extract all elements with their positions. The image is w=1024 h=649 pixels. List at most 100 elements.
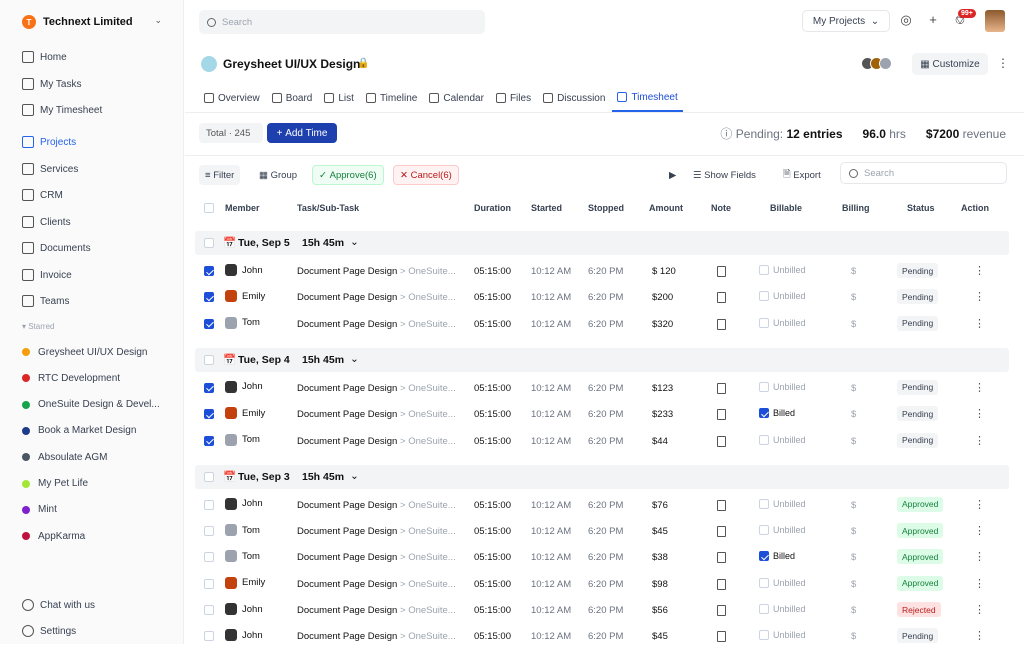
- group-checkbox[interactable]: [204, 238, 214, 248]
- status-badge[interactable]: Pending: [897, 315, 939, 331]
- select-all-checkbox[interactable]: [204, 203, 214, 213]
- status-badge[interactable]: Pending: [897, 379, 939, 395]
- date-group-header[interactable]: 📅 Tue, Sep 3 15h 45m ⌄: [195, 464, 1009, 489]
- row-billable[interactable]: Unbilled: [759, 317, 806, 328]
- sidebar-item-projects[interactable]: Projects: [22, 133, 172, 151]
- play-circle-icon[interactable]: ◎: [899, 13, 913, 27]
- table-search-input[interactable]: Search: [840, 162, 1007, 184]
- sidebar-item-documents[interactable]: Documents: [22, 239, 172, 257]
- row-billable[interactable]: Billed: [759, 551, 795, 562]
- sidebar-item-crm[interactable]: CRM: [22, 186, 172, 204]
- column-started[interactable]: Started: [531, 203, 562, 213]
- export-button[interactable]: 🗎 Export: [777, 165, 827, 185]
- sidebar-item-invoice[interactable]: Invoice: [22, 266, 172, 284]
- tab-board[interactable]: Board: [267, 84, 318, 112]
- more-vertical-icon[interactable]: ⋮: [974, 498, 985, 511]
- tab-calendar[interactable]: Calendar: [424, 84, 489, 112]
- group-checkbox[interactable]: [204, 471, 214, 482]
- row-checkbox[interactable]: [204, 435, 214, 446]
- row-checkbox[interactable]: [204, 552, 214, 563]
- date-group-header[interactable]: 📅 Tue, Sep 5 15h 45m ⌄: [195, 231, 1009, 255]
- tab-timeline[interactable]: Timeline: [361, 84, 422, 112]
- starred-project[interactable]: Absoulate AGM: [22, 449, 107, 465]
- table-row[interactable]: Tom Document Page Design > OneSuite... 05:…: [185, 544, 1024, 570]
- starred-project[interactable]: Book a Market Design: [22, 423, 136, 439]
- row-billable[interactable]: Unbilled: [759, 604, 806, 614]
- note-icon[interactable]: [717, 526, 726, 538]
- more-vertical-icon[interactable]: ⋮: [974, 290, 985, 303]
- column-billing[interactable]: Billing: [842, 203, 870, 213]
- more-vertical-icon[interactable]: ⋮: [974, 264, 985, 277]
- row-checkbox[interactable]: [204, 631, 214, 642]
- sidebar-item-chat-with-us[interactable]: Chat with us: [22, 596, 172, 614]
- table-row[interactable]: John Document Page Design > OneSuite... 05…: [185, 623, 1024, 649]
- table-row[interactable]: Tom Document Page Design > OneSuite... 05:…: [185, 311, 1024, 337]
- status-badge[interactable]: Pending: [897, 263, 939, 278]
- billable-checkbox[interactable]: [759, 577, 769, 588]
- starred-header[interactable]: ▾ Starred: [22, 322, 54, 331]
- row-task[interactable]: Document Page Design > OneSuite...: [297, 631, 456, 642]
- row-task[interactable]: Document Page Design > OneSuite...: [297, 319, 456, 330]
- row-checkbox[interactable]: [204, 382, 214, 393]
- sidebar-item-services[interactable]: Services: [22, 160, 172, 178]
- filter-button[interactable]: ≡ Filter: [199, 165, 241, 185]
- starred-project[interactable]: OneSuite Design & Devel...: [22, 397, 160, 413]
- org-switcher[interactable]: T Technext Limited ⌄: [22, 14, 162, 30]
- note-icon[interactable]: [717, 266, 726, 277]
- more-vertical-icon[interactable]: ⋮: [974, 629, 985, 642]
- starred-project[interactable]: Mint: [22, 502, 57, 518]
- note-icon[interactable]: [717, 631, 726, 643]
- row-billable[interactable]: Unbilled: [759, 630, 806, 641]
- row-task[interactable]: Document Page Design > OneSuite...: [297, 500, 456, 511]
- more-vertical-icon[interactable]: ⋮: [974, 317, 985, 330]
- note-icon[interactable]: [717, 292, 726, 304]
- status-badge[interactable]: Pending: [897, 628, 939, 644]
- table-row[interactable]: Emily Document Page Design > OneSuite... 0…: [185, 284, 1024, 310]
- date-group-header[interactable]: 📅 Tue, Sep 4 15h 45m ⌄: [195, 347, 1009, 372]
- billable-checkbox[interactable]: [759, 265, 769, 275]
- billable-checkbox[interactable]: [759, 317, 769, 328]
- sidebar-item-home[interactable]: Home: [22, 48, 172, 66]
- row-billable[interactable]: Billed: [759, 408, 795, 419]
- row-billable[interactable]: Unbilled: [759, 265, 806, 275]
- sidebar-item-settings[interactable]: Settings: [22, 622, 172, 640]
- row-task[interactable]: Document Page Design > OneSuite...: [297, 526, 456, 537]
- column-duration[interactable]: Duration: [474, 203, 511, 213]
- table-row[interactable]: John Document Page Design > OneSuite... 05…: [185, 597, 1024, 623]
- column-stopped[interactable]: Stopped: [588, 203, 624, 213]
- status-badge[interactable]: Approved: [897, 549, 944, 565]
- billable-checkbox[interactable]: [759, 604, 769, 614]
- billable-checkbox[interactable]: [759, 408, 769, 419]
- cancel-button[interactable]: ✕ Cancel(6): [393, 165, 459, 185]
- row-checkbox[interactable]: [204, 499, 214, 510]
- row-task[interactable]: Document Page Design > OneSuite...: [297, 292, 456, 303]
- note-icon[interactable]: [717, 318, 726, 330]
- billable-checkbox[interactable]: [759, 551, 769, 562]
- note-icon[interactable]: [717, 552, 726, 564]
- user-avatar[interactable]: [985, 10, 1005, 32]
- status-badge[interactable]: Pending: [897, 432, 939, 448]
- column-billable[interactable]: Billable: [770, 203, 802, 213]
- status-badge[interactable]: Approved: [897, 575, 944, 591]
- row-checkbox[interactable]: [204, 578, 214, 589]
- billable-checkbox[interactable]: [759, 291, 769, 302]
- sidebar-item-my-tasks[interactable]: My Tasks: [22, 75, 172, 93]
- sidebar-item-my-timesheet[interactable]: My Timesheet: [22, 101, 172, 119]
- play-button[interactable]: ▶: [663, 165, 682, 185]
- global-search[interactable]: Search: [199, 10, 485, 34]
- row-checkbox[interactable]: [204, 318, 214, 329]
- more-vertical-icon[interactable]: ⋮: [974, 407, 985, 420]
- row-checkbox[interactable]: [204, 409, 214, 420]
- row-billable[interactable]: Unbilled: [759, 291, 806, 302]
- billable-checkbox[interactable]: [759, 381, 769, 392]
- note-icon[interactable]: [717, 382, 726, 394]
- my-projects-dropdown[interactable]: My Projects ⌄: [802, 10, 890, 32]
- row-checkbox[interactable]: [204, 266, 214, 276]
- tab-files[interactable]: Files: [491, 84, 536, 112]
- row-task[interactable]: Document Page Design > OneSuite...: [297, 605, 456, 616]
- table-row[interactable]: John Document Page Design > OneSuite... 05…: [185, 258, 1024, 284]
- starred-project[interactable]: My Pet Life: [22, 476, 88, 492]
- table-row[interactable]: Tom Document Page Design > OneSuite... 05:…: [185, 518, 1024, 544]
- show-fields-button[interactable]: ☰ Show Fields: [687, 165, 762, 185]
- billable-checkbox[interactable]: [759, 630, 769, 641]
